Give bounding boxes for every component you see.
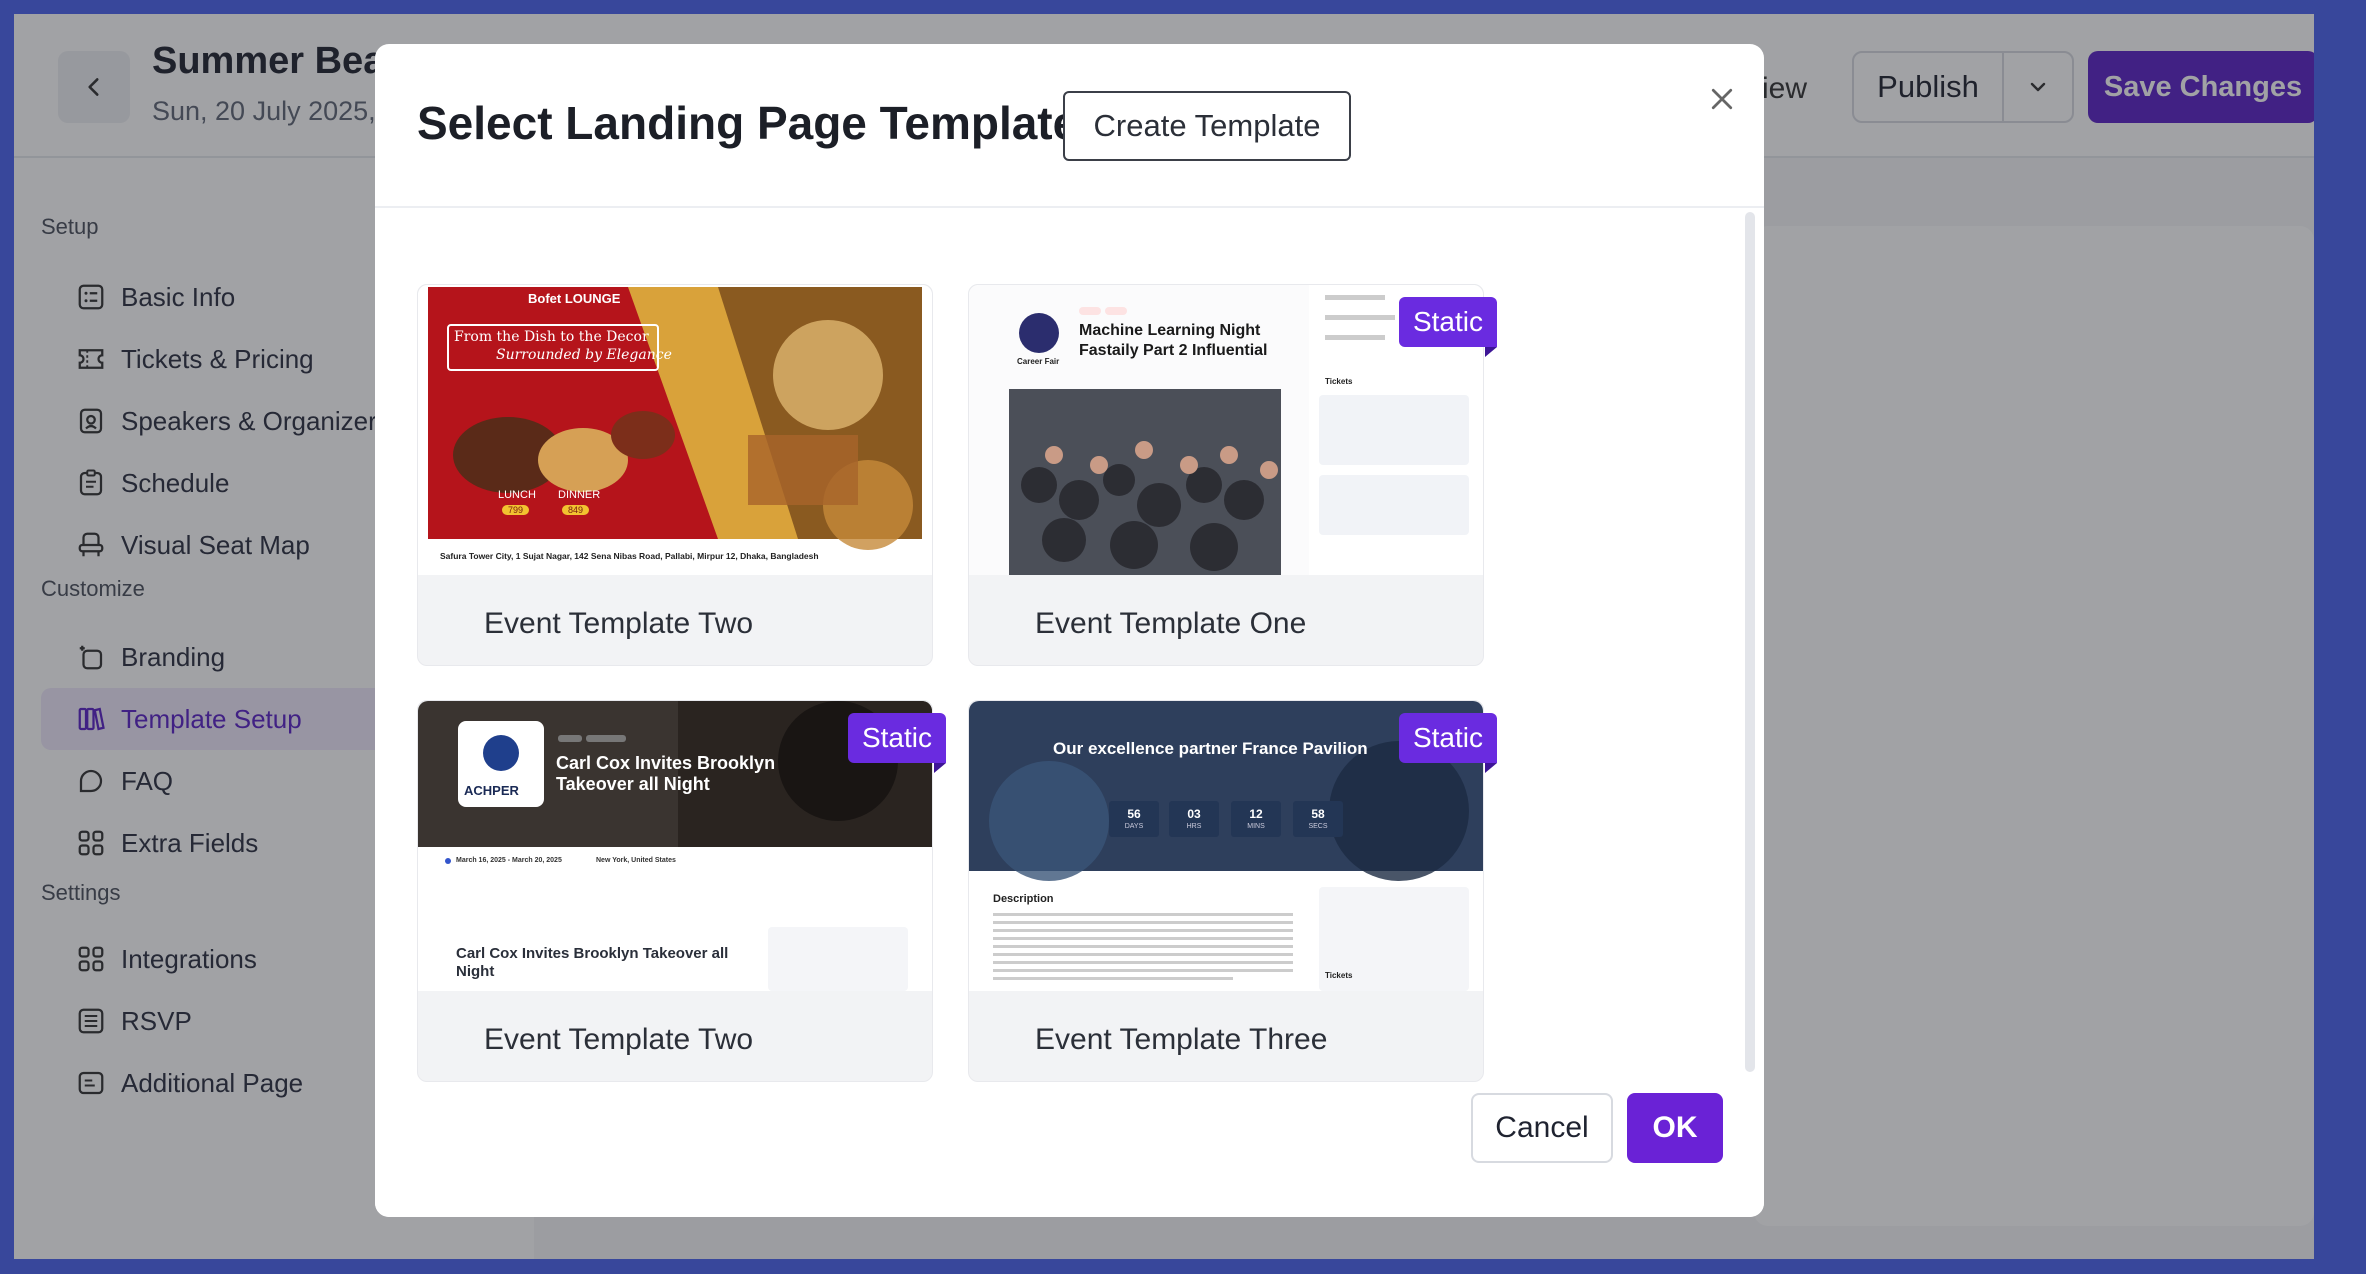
modal-title: Select Landing Page Template [417, 97, 1079, 149]
modal-header: Select Landing Page Template Create Temp… [375, 44, 1764, 206]
template-name: Event Template One [1035, 607, 1307, 640]
template-card[interactable]: Machine Learning Night Fastaily Part 2 I… [968, 284, 1498, 666]
lunch-label: LUNCH [498, 489, 536, 501]
countdown-secs-unit: SECS [1308, 823, 1328, 830]
static-badge: Static [1398, 713, 1498, 773]
template-name: Event Template Two [484, 607, 754, 640]
description-title: Description [993, 893, 1054, 905]
create-template-button[interactable]: Create Template [1063, 91, 1351, 161]
countdown-days-unit: DAYS [1124, 823, 1144, 830]
template-name: Event Template Three [1035, 1023, 1328, 1056]
countdown-secs: 58 [1311, 807, 1325, 821]
close-icon [1711, 88, 1733, 110]
countdown-hours: 03 [1187, 807, 1201, 821]
ok-button[interactable]: OK [1627, 1093, 1723, 1163]
countdown-mins-unit: MINS [1247, 823, 1265, 830]
template-card[interactable]: ACHPER Carl Cox Invites Brooklyn Takeove… [417, 700, 947, 1082]
tickets-label: Tickets [1325, 377, 1353, 386]
brand-text: Bofet LOUNGE [528, 291, 621, 306]
event-heading: Carl Cox Invites Brooklyn Takeover all N… [556, 753, 776, 794]
template-thumbnail: Bofet LOUNGE From the Dish to the Decor … [418, 285, 932, 575]
event-heading: Machine Learning Night Fastaily Part 2 I… [1079, 322, 1268, 359]
address-text: Safura Tower City, 1 Sujat Nagar, 142 Se… [440, 551, 819, 561]
dinner-label: DINNER [558, 489, 601, 501]
close-button[interactable] [1697, 74, 1747, 124]
tickets-label: Tickets [1325, 971, 1353, 980]
banner-line-1: From the Dish to the Decor [454, 329, 649, 345]
modal-scrollbar[interactable] [1745, 212, 1755, 1072]
countdown-mins: 12 [1249, 807, 1263, 821]
countdown-hours-unit: HRS [1186, 823, 1202, 830]
cancel-button[interactable]: Cancel [1471, 1093, 1613, 1163]
banner-line-2: Surrounded by Elegance [496, 347, 672, 363]
event-subheading: Carl Cox Invites Brooklyn Takeover all N… [456, 945, 729, 980]
static-badge: Static [847, 713, 947, 773]
event-dates: March 16, 2025 - March 20, 2025 [456, 857, 562, 864]
template-card[interactable]: Our excellence partner France Pavilion 5… [968, 700, 1498, 1082]
achper-logo: ACHPER [464, 783, 519, 798]
org-label: Career Fair [1017, 357, 1060, 366]
event-heading: Our excellence partner France Pavilion [1053, 739, 1368, 758]
static-badge: Static [1398, 297, 1498, 357]
event-location: New York, United States [596, 857, 676, 864]
countdown-days: 56 [1127, 807, 1141, 821]
template-name: Event Template Two [484, 1023, 754, 1056]
dinner-price: 849 [562, 505, 590, 515]
template-card[interactable]: Bofet LOUNGE From the Dish to the Decor … [417, 284, 933, 666]
select-template-modal: Select Landing Page Template Create Temp… [375, 44, 1764, 1217]
lunch-price: 799 [502, 505, 530, 515]
